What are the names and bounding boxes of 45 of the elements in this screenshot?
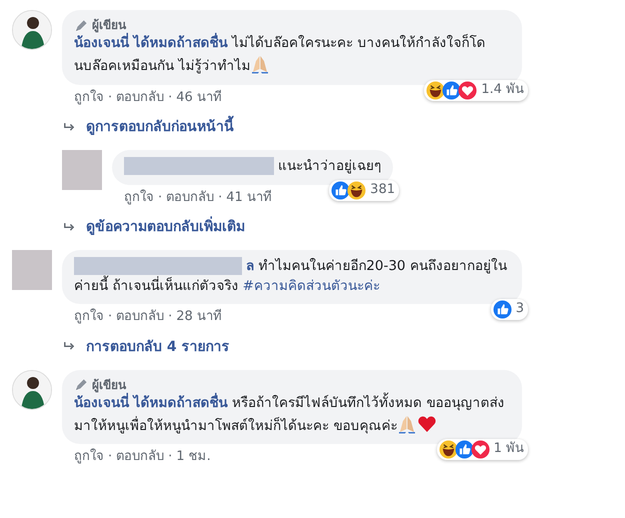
reaction-summary[interactable]: 1 พัน xyxy=(436,439,528,460)
separator-dot: · xyxy=(108,309,112,324)
timestamp: 28 นาที xyxy=(176,309,222,324)
replies-link[interactable]: ดูข้อความตอบกลับเพิ่มเติม xyxy=(86,217,245,238)
reaction-summary[interactable]: 3 xyxy=(490,299,528,320)
hashtag-link[interactable]: #ความคิดส่วนตัวนะค่ะ xyxy=(242,278,380,294)
action-link[interactable]: ถูกใจ xyxy=(74,309,104,324)
separator-dot: · xyxy=(108,449,112,464)
author-label: ผู้เขียน xyxy=(92,376,126,392)
reaction-count: 1 พัน xyxy=(494,440,524,458)
reaction-count: 1.4 พัน xyxy=(481,80,524,99)
author-label: ผู้เขียน xyxy=(92,17,126,32)
replies-link[interactable]: ดูการตอบกลับก่อนหน้านี้ xyxy=(86,117,234,138)
separator-dot: · xyxy=(108,90,112,105)
comment-text: ล ทำไมคนในค่ายอีก20-30 คนถึงอยากอยู่ในค่ายนี้ ถ้าเจนนี่เห็นแก่ตัวจริง #ความคิดส่วนตัวนะค่ะ xyxy=(74,257,508,296)
avatar[interactable] xyxy=(12,370,52,410)
action-link[interactable]: ถูกใจ xyxy=(74,90,104,105)
separator-dot: · xyxy=(158,190,162,205)
separator-dot: · xyxy=(168,90,172,105)
author-name[interactable]: น้องเจนนี่ ได้หมดถ้าสดชื่น xyxy=(74,35,228,52)
comment-text: น้องเจนนี่ ได้หมดถ้าสดชื่น หรือถ้าใครมีไฟล์บันทึกไว้ทั้งหมด ขออนุญาตส่งมาให้หนูเพื่อให้หนูนำมาโพสต์ใหม่ก็ได้นะคะ ขอบคุณค่ะ xyxy=(74,394,510,436)
action-link[interactable]: ตอบกลับ xyxy=(116,90,164,105)
reaction-summary[interactable]: 381 xyxy=(329,180,399,201)
pen-icon xyxy=(74,18,88,33)
separator-dot: · xyxy=(168,449,172,464)
action-link[interactable]: ถูกใจ xyxy=(74,449,104,464)
reaction-count: 381 xyxy=(370,180,395,199)
action-link[interactable]: ตอบกลับ xyxy=(116,309,164,324)
avatar[interactable] xyxy=(12,10,52,50)
pen-icon xyxy=(74,378,88,392)
author-name-fragment[interactable]: ล xyxy=(246,258,254,274)
action-link[interactable]: ตอบกลับ xyxy=(116,449,164,464)
timestamp: 41 นาที xyxy=(226,190,272,205)
separator-dot: · xyxy=(218,190,222,205)
author-name[interactable]: น้องเจนนี่ ได้หมดถ้าสดชื่น xyxy=(74,395,228,412)
action-link[interactable]: ถูกใจ xyxy=(124,190,154,205)
comment-text: น้องเจนนี่ ได้หมดถ้าสดชื่น ไม่ได้บล๊อคใครนะคะ บางคนให้กำลังใจก็โดนบล๊อคเหมือนกัน ไม่รู้ว่าทำไม xyxy=(74,34,510,77)
separator-dot: · xyxy=(168,309,172,324)
comment-text: แนะนำว่าอยู่เฉยๆ xyxy=(124,157,381,177)
reaction-count: 3 xyxy=(516,300,524,318)
replies-link[interactable]: การตอบกลับ 4 รายการ xyxy=(86,336,230,358)
timestamp: 46 นาที xyxy=(176,90,222,105)
timestamp: 1 ชม. xyxy=(176,449,211,464)
action-link[interactable]: ตอบกลับ xyxy=(166,190,214,205)
reaction-summary[interactable]: 1.4 พัน xyxy=(424,80,528,101)
